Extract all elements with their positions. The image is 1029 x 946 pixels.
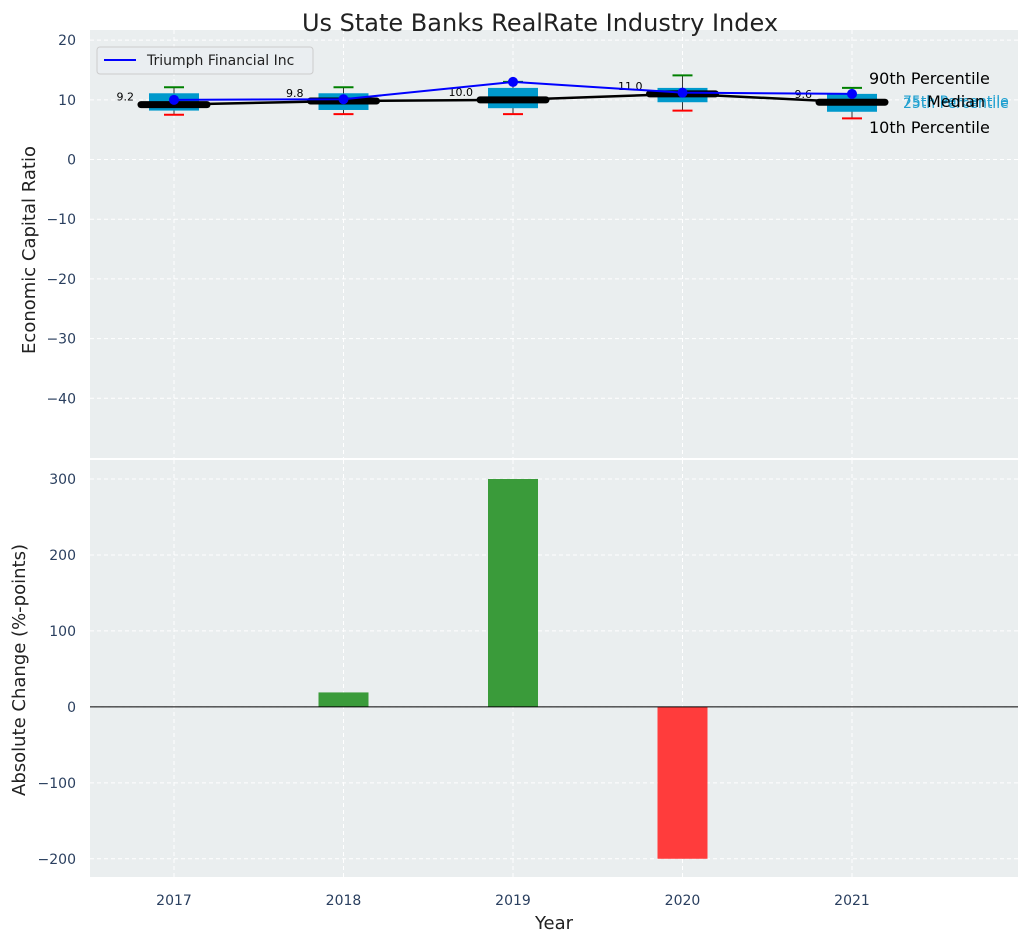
change-bar bbox=[318, 692, 369, 707]
bottom-y-tick-label: −200 bbox=[38, 852, 76, 868]
top-y-tick-label: −20 bbox=[46, 272, 76, 288]
legend: Triumph Financial Inc bbox=[96, 46, 314, 75]
bottom-y-tick-label: 200 bbox=[49, 548, 76, 564]
bottom-y-tick-label: 0 bbox=[67, 700, 76, 716]
top-plot-area bbox=[90, 30, 1018, 458]
triumph-point bbox=[677, 87, 688, 98]
x-axis-label: Year bbox=[534, 913, 574, 934]
bottom-y-tick-label: 100 bbox=[49, 624, 76, 640]
change-bar bbox=[488, 478, 538, 707]
median-label: 9.2 bbox=[117, 91, 135, 104]
top-y-tick-label: −10 bbox=[46, 212, 76, 228]
x-tick-label: 2020 bbox=[665, 893, 701, 909]
triumph-point bbox=[508, 76, 518, 87]
annotation-90th: 90th Percentile bbox=[869, 69, 990, 88]
chart-svg: 20100−10−20−30−409.2 9.8 10.0 11.09.6 2017 2… bbox=[9, 9, 1018, 934]
x-tick-label: 2019 bbox=[495, 893, 531, 909]
x-tick-label: 2021 bbox=[834, 893, 870, 909]
median-label: 9.8 bbox=[286, 87, 304, 100]
change-bar bbox=[657, 706, 708, 859]
bottom-y-tick-label: −100 bbox=[38, 776, 76, 792]
top-y-tick-label: −30 bbox=[46, 332, 76, 348]
bottom-y-axis-label: Absolute Change (%-points) bbox=[9, 544, 30, 796]
triumph-point bbox=[169, 94, 179, 105]
top-y-axis-label: Economic Capital Ratio bbox=[19, 146, 40, 354]
x-tick-label: 2017 bbox=[156, 893, 192, 909]
bottom-y-tick-label: 300 bbox=[49, 472, 76, 488]
chart-figure: 20 10 0 −10 −20 −30 −40 9.2 9.8 10.0 11.0 9.6 2017 2… bbox=[0, 0, 1029, 942]
annotation-10th: 10th Percentile bbox=[869, 118, 990, 137]
top-y-tick-label: 10 bbox=[58, 93, 76, 109]
legend-label: Triumph Financial Inc bbox=[146, 53, 294, 69]
triumph-point bbox=[338, 94, 349, 105]
median-label: 11.0 bbox=[618, 80, 643, 93]
bottom-plot-area bbox=[90, 460, 1018, 877]
annotation-median: Median bbox=[927, 92, 985, 111]
x-tick-label: 2018 bbox=[326, 893, 362, 909]
top-y-tick-label: 20 bbox=[58, 33, 76, 49]
triumph-point bbox=[847, 88, 857, 99]
chart-title: Us State Banks RealRate Industry Index bbox=[302, 9, 778, 37]
top-y-tick-label: −40 bbox=[46, 391, 76, 407]
top-y-tick-label: 0 bbox=[67, 153, 76, 169]
